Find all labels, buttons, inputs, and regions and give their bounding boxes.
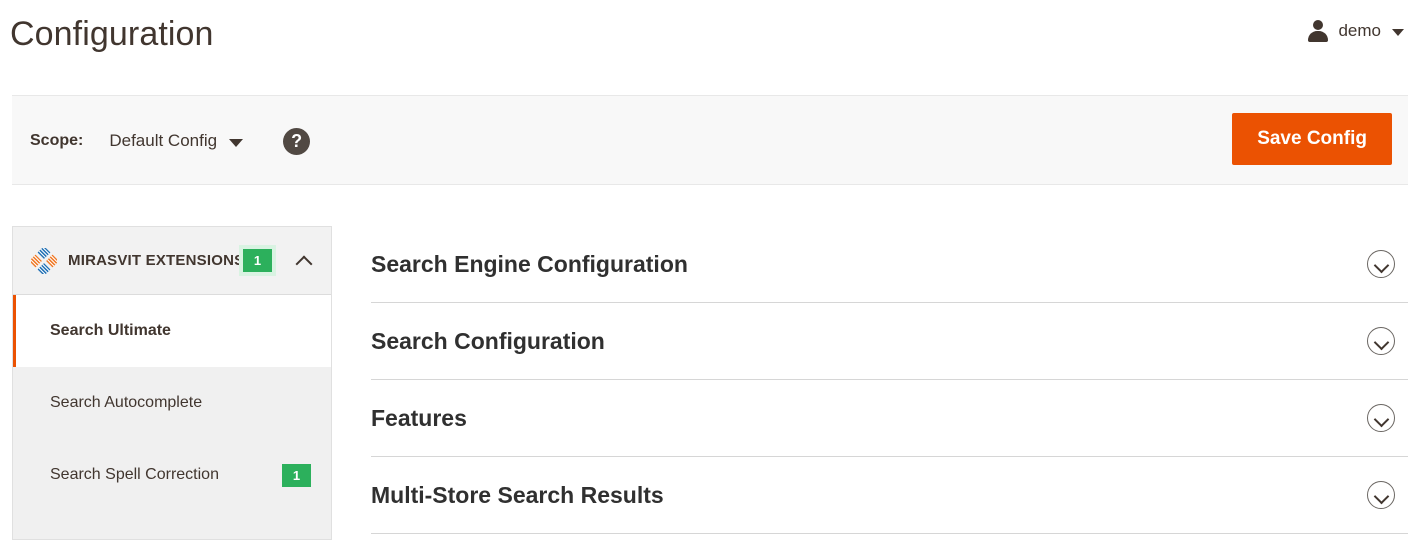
section-search-configuration[interactable]: Search Configuration: [371, 303, 1408, 380]
section-features[interactable]: Features: [371, 380, 1408, 457]
help-icon[interactable]: ?: [283, 127, 311, 155]
config-sidebar: MIRASVIT EXTENSIONS Search Ultimate Sear…: [12, 226, 332, 540]
save-config-button[interactable]: Save Config: [1232, 113, 1392, 165]
section-title: Search Engine Configuration: [371, 251, 688, 277]
chevron-down-circle-icon[interactable]: [1367, 404, 1395, 432]
chevron-down-circle-icon[interactable]: [1367, 250, 1395, 278]
scope-selected-value: Default Config: [109, 131, 218, 150]
chevron-down-circle-icon[interactable]: [1367, 327, 1395, 355]
sidebar-item-label: Search Spell Correction: [50, 466, 219, 483]
sidebar-item-label: Search Autocomplete: [50, 394, 203, 411]
chevron-down-icon: [229, 138, 244, 147]
page-title: Configuration: [10, 15, 214, 53]
sidebar-item-search-ultimate[interactable]: Search Ultimate: [13, 295, 331, 367]
user-name-label: demo: [1338, 21, 1381, 40]
configuration-page: Configuration demo Scope: Default Config…: [0, 0, 1420, 547]
section-search-engine-configuration[interactable]: Search Engine Configuration: [371, 226, 1408, 303]
chevron-down-circle-icon[interactable]: [1367, 481, 1395, 509]
scope-controls: Scope: Default Config ?: [30, 96, 311, 186]
sidebar-item-search-spell-correction[interactable]: Search Spell Correction 1: [13, 439, 331, 511]
section-title: Multi-Store Search Results: [371, 482, 664, 508]
sidebar-item-label: Search Ultimate: [50, 322, 171, 339]
section-multi-store-search-results[interactable]: Multi-Store Search Results: [371, 457, 1408, 534]
chevron-up-icon[interactable]: [297, 253, 313, 269]
config-sections: Search Engine Configuration Search Confi…: [371, 226, 1408, 540]
sidebar-item-badge: 1: [282, 463, 311, 487]
user-menu[interactable]: demo: [1307, 16, 1404, 46]
mirasvit-diamond-logo-icon: [29, 245, 59, 276]
scope-label: Scope:: [30, 132, 84, 149]
page-header: Configuration demo: [0, 0, 1420, 80]
section-title: Search Configuration: [371, 328, 605, 354]
section-title: Features: [371, 405, 467, 431]
scope-selector[interactable]: Default Config: [109, 131, 244, 151]
sidebar-item-search-autocomplete[interactable]: Search Autocomplete: [13, 367, 331, 439]
sidebar-group-badge-wrapper: 1: [239, 245, 276, 276]
sidebar-group-mirasvit-extensions[interactable]: MIRASVIT EXTENSIONS: [13, 227, 331, 295]
sidebar-group-label: MIRASVIT EXTENSIONS: [68, 252, 245, 269]
sidebar-group-badge: 1: [243, 249, 272, 272]
scope-bar: Scope: Default Config ? Save Config: [12, 95, 1408, 185]
user-avatar-icon: [1307, 19, 1329, 43]
chevron-down-icon: [1392, 28, 1404, 36]
